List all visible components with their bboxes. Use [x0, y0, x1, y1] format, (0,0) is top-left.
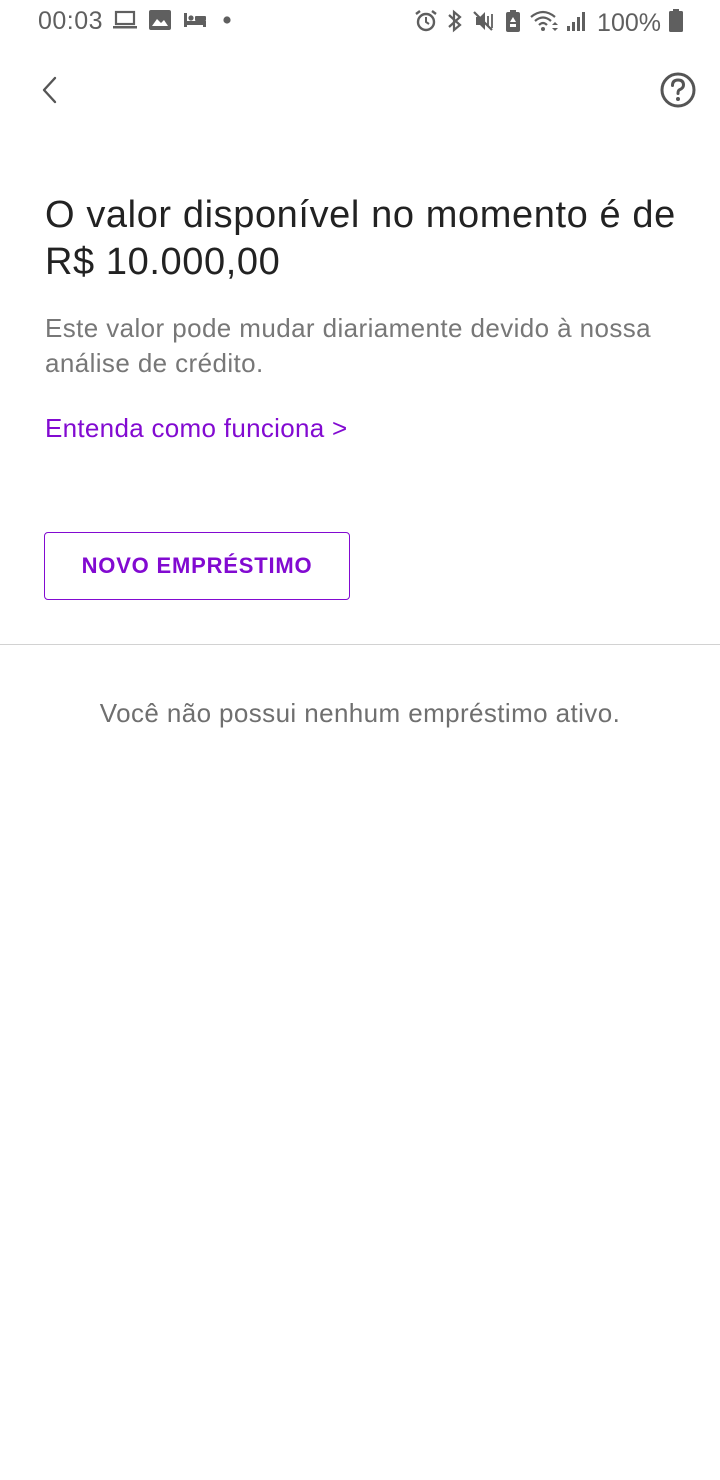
divider	[0, 644, 720, 645]
image-icon	[148, 9, 172, 36]
new-loan-button[interactable]: NOVO EMPRÉSTIMO	[44, 532, 350, 600]
alarm-icon	[413, 8, 439, 39]
help-button[interactable]	[656, 70, 700, 114]
status-time: 00:03	[38, 7, 104, 35]
empty-state-message: Você não possui nenhum empréstimo ativo.	[99, 698, 621, 728]
back-button[interactable]	[30, 70, 70, 114]
page-title: O valor disponível no momento é de R$ 10…	[45, 194, 676, 283]
battery-icon	[668, 8, 684, 39]
wifi-icon	[529, 8, 559, 39]
bluetooth-icon	[446, 8, 464, 39]
battery-saver-icon	[504, 8, 522, 39]
help-circle-icon	[658, 70, 698, 115]
dot-icon	[218, 9, 236, 36]
bed-icon	[182, 9, 208, 36]
description-text: Este valor pode mudar diariamente devido…	[45, 313, 651, 378]
signal-icon	[566, 8, 588, 39]
battery-percent: 100%	[597, 9, 661, 37]
mute-icon	[471, 8, 497, 39]
laptop-icon	[112, 9, 138, 36]
status-bar: 00:03 100%	[0, 0, 720, 44]
status-right-icons: 100%	[413, 8, 684, 39]
how-it-works-link[interactable]: Entenda como funciona >	[45, 413, 348, 444]
status-left-icons	[112, 9, 236, 36]
chevron-left-icon	[40, 74, 60, 111]
loan-screen: 00:03 100% O valor disponível no momento…	[0, 0, 720, 1480]
